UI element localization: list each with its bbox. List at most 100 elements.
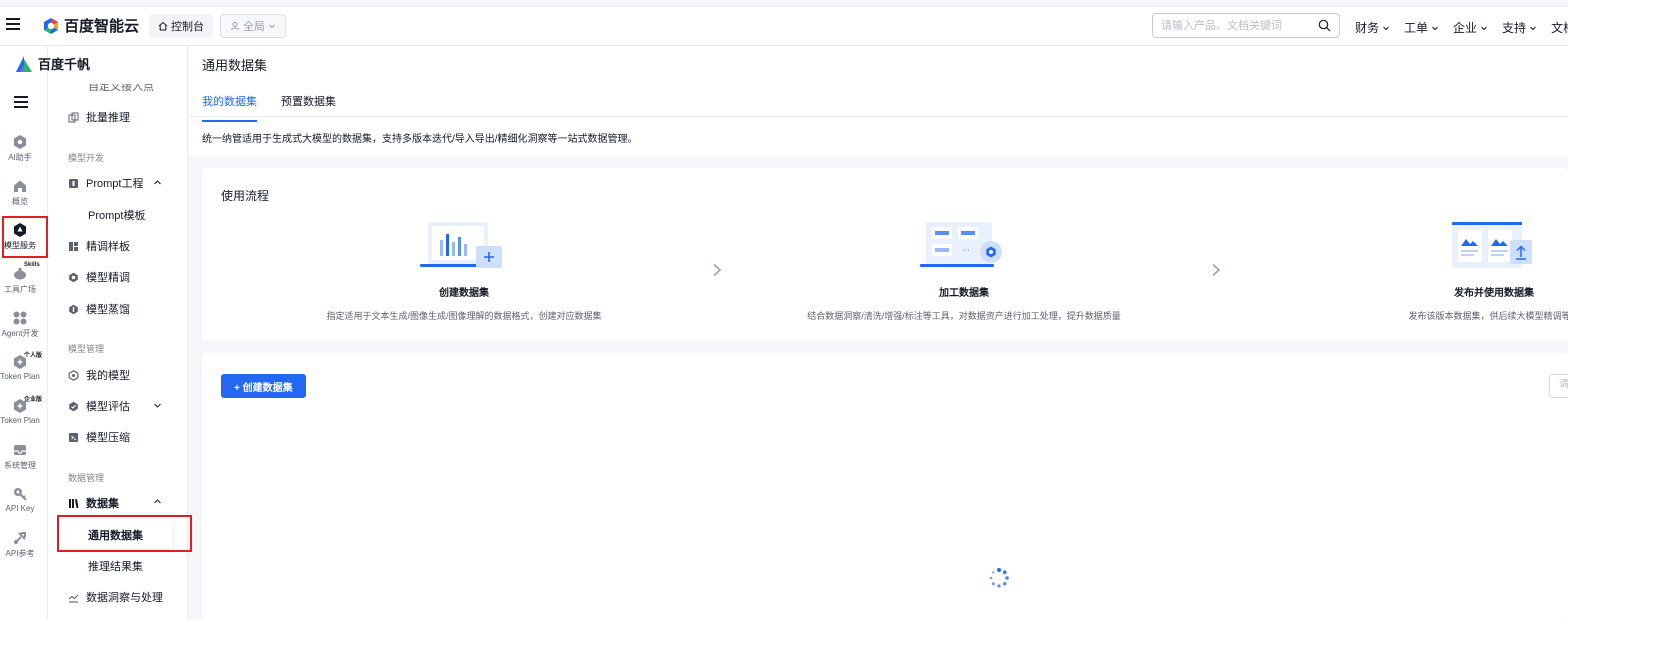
api-ref-icon [14,532,26,544]
chevron-down-icon [1383,26,1389,30]
top-menu-item[interactable]: 企业 [1453,19,1488,36]
publish-dataset-illustration-icon [1452,222,1532,268]
sidebar-item-model-eval[interactable]: 模型评估 [68,398,130,414]
chevron-down-icon [1432,26,1438,30]
sidebar-item-batch-inference[interactable]: 批量推理 [68,109,130,125]
rail-item-badge: 企业版 [24,397,43,403]
top-menu-item[interactable]: 文档 [1551,19,1568,36]
chevron-up-icon[interactable] [153,497,162,506]
rail-item-0[interactable]: AI助手 [0,134,40,163]
search-icon[interactable] [1318,19,1331,32]
sidebar-item-prompt-engineering[interactable]: Prompt工程 [68,175,143,191]
brand-logo[interactable]: 百度智能云 [42,15,139,36]
top-menu-label: 企业 [1453,21,1478,35]
line-chart-icon [68,594,79,603]
sidebar-item-label: 精调样板 [86,241,130,253]
ai-assistant-icon [14,135,26,149]
flow-step-publish: 发布并使用数据集 发布该版本数据集，供后续大模型精调等环 [1314,220,1568,322]
global-menu-icon[interactable] [6,18,20,30]
global-search-input[interactable] [1161,17,1311,34]
sidebar-item-label: 我的模型 [86,370,130,382]
flow-step-desc: 结合数据洞察/清洗/增强/标注等工具，对数据资产进行加工处理，提升数据质量 [807,311,1121,321]
flow-step-process: ··· 加工数据集 结合数据洞察/清洗/增强/标注等工具，对数据资产进行加工处理… [784,220,1144,322]
global-search[interactable] [1152,13,1340,38]
dataset-icon [69,498,79,508]
rail-item-7[interactable]: 系统管理 [0,442,40,471]
qianfan-logo[interactable]: 百度千帆 [14,54,90,73]
top-menu-item[interactable]: 工单 [1404,19,1439,36]
home-icon [14,180,26,192]
sidebar-item-fine-tune[interactable]: 模型精调 [68,269,130,285]
rail-item-5[interactable]: 个人版 Token Plan [0,353,42,381]
sidebar-item-label: Prompt工程 [86,178,144,190]
top-menu-label: 财务 [1355,21,1380,35]
rail-item-8[interactable]: API Key [0,486,40,513]
console-button[interactable]: 控制台 [149,14,213,38]
region-scope-select[interactable]: 全局 [220,14,286,38]
sidebar-item-label: 模型压缩 [86,432,130,444]
rail-item-label: API Key [5,504,35,513]
dataset-search[interactable] [1549,374,1568,398]
rail-item-badge: Skills [24,262,40,268]
qianfan-logo-icon [16,55,32,72]
home-icon [158,21,168,31]
dataset-search-input[interactable] [1559,379,1568,390]
fine-tune-icon [69,272,78,282]
rail-item-label: Token Plan [0,416,40,425]
page-header: 通用数据集 我的数据集 预置数据集 统一纳管适用于生成式大模型的数据集，支持多版… [189,46,1568,156]
top-menu-label: 文档 [1551,21,1568,35]
rail-item-6[interactable]: 企业版 Token Plan [0,397,42,425]
chevron-right-icon [713,263,722,277]
create-dataset-illustration-icon [420,222,502,268]
rail-item-1[interactable]: 概览 [0,178,40,207]
chevron-up-icon[interactable] [153,178,162,187]
sidebar-group-model-dev: 模型开发 [68,153,105,163]
rail-collapse-icon[interactable] [14,96,28,108]
model-icon [68,369,79,381]
sidebar-highlight-box [57,515,192,552]
tab-my-datasets[interactable]: 我的数据集 [202,93,257,122]
app-root: 百度智能云 控制台 全局 财务工单企业支持文档 百度千帆 AI助手概览模型服务S… [0,0,1568,620]
page-description: 统一纳管适用于生成式大模型的数据集，支持多版本迭代/导入导出/精细化洞察等一站式… [202,134,638,145]
rail-highlight-box [2,216,48,258]
create-dataset-button[interactable]: + 创建数据集 [221,374,306,398]
sidebar-item-data-insight[interactable]: 数据洞察与处理 [68,589,163,605]
sidebar-item-my-models[interactable]: 我的模型 [68,367,130,383]
baidu-cloud-logo-icon [44,17,58,34]
tab-preset-datasets[interactable]: 预置数据集 [281,93,336,122]
rail-item-label: API参考 [5,549,35,558]
top-menu-item[interactable]: 支持 [1502,19,1537,36]
sidebar-item-distill[interactable]: 模型蒸馏 [68,301,130,317]
flow-step-create: 创建数据集 指定适用于文本生成/图像生成/图像理解的数据格式，创建对应数据集 [284,220,644,322]
sidebar-item-model-compress[interactable]: 模型压缩 [68,429,130,445]
top-menu-label: 工单 [1404,21,1429,35]
sidebar-item-prompt-template[interactable]: Prompt模板 [88,207,145,223]
console-label: 控制台 [171,21,204,33]
chevron-down-icon[interactable] [153,401,162,410]
sidebar-item-inference-results[interactable]: 推理结果集 [88,558,143,574]
tools-icon [14,268,26,280]
sidebar-group-model-manage: 模型管理 [68,344,105,354]
compress-icon [69,432,78,442]
usage-flow-card: 使用流程 创建数据集 指定适用于文本生成/图像生成/图像理解的数据格式，创建对应… [202,168,1568,341]
flow-step-name: 发布并使用数据集 [1454,288,1534,299]
agent-icon [13,311,27,325]
system-icon [14,445,26,455]
sidebar-item-fine-tune-samples[interactable]: 精调样板 [68,238,130,254]
sidebar-item-label: 模型蒸馏 [86,304,130,316]
top-menu-label: 支持 [1502,21,1527,35]
rail-item-4[interactable]: Agent开发 [0,310,40,339]
chevron-down-icon [1530,26,1536,30]
sidebar-item-label: 数据洞察与处理 [86,592,163,604]
sidebar-item-datasets[interactable]: 数据集 [68,495,119,511]
process-dataset-illustration-icon: ··· [920,222,1002,267]
prompt-icon [69,178,78,188]
rail-item-9[interactable]: API参考 [0,530,40,559]
top-navigation-bar: 百度智能云 控制台 全局 财务 工单 企业 支持 文档 [0,6,1568,46]
rail-item-label: 概览 [12,197,28,206]
loading-spinner-icon [989,568,1009,588]
top-menu-item[interactable]: 财务 [1355,19,1390,36]
user-icon [231,21,239,31]
flow-title: 使用流程 [221,189,270,203]
rail-item-3[interactable]: Skills 工具广场 [0,262,40,295]
